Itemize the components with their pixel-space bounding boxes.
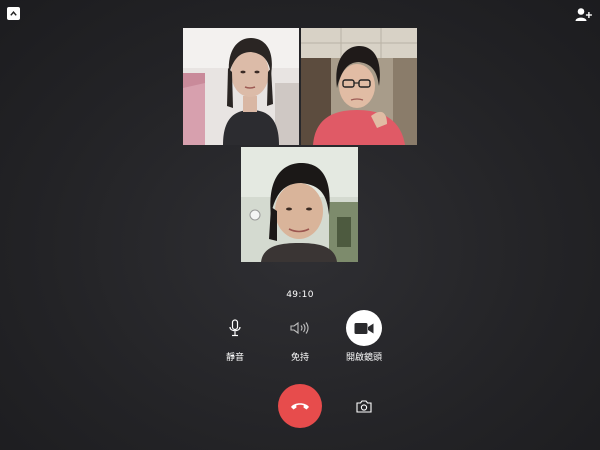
add-person-icon [575,8,592,21]
participant-video-1[interactable] [183,28,299,145]
camera-toggle-button[interactable]: 開啟鏡頭 [334,310,394,363]
speaker-label: 免持 [290,353,309,363]
switch-camera-button[interactable] [354,396,374,416]
chevron-up-icon [10,11,17,16]
participant-3-image [241,147,358,262]
end-call-button[interactable] [278,384,322,428]
add-person-button[interactable] [575,7,593,23]
participant-1-image [183,28,299,145]
speaker-icon [290,321,309,335]
collapse-button[interactable] [7,7,20,20]
hang-up-icon [291,403,309,410]
video-camera-icon [354,322,374,334]
participant-video-3[interactable] [241,147,358,262]
call-timer: 49:10 [286,290,314,300]
participant-2-image [301,28,417,145]
mute-label: 靜音 [225,353,244,363]
participant-video-2[interactable] [301,28,417,145]
speaker-button[interactable]: 免持 [270,310,330,363]
mute-button[interactable]: 靜音 [205,310,265,363]
camera-label: 開啟鏡頭 [345,353,382,363]
switch-camera-icon [356,399,372,413]
microphone-icon [229,319,241,337]
